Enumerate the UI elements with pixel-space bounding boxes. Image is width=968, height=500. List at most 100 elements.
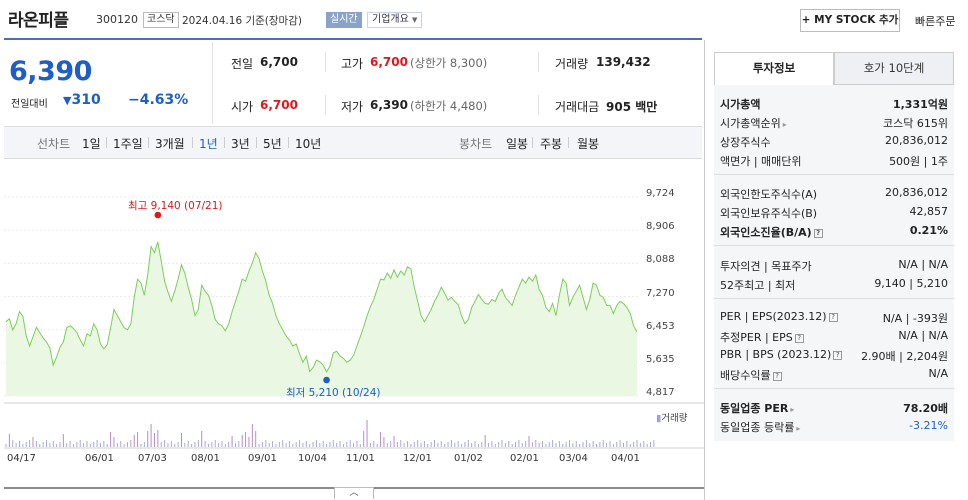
volume-bar [521,443,523,447]
volume-bar [272,441,274,447]
info-row-label: 동일업종 PER ▸ [720,400,794,416]
period-5y[interactable]: 5년 [263,135,282,152]
cell-divider [538,95,539,115]
volume-bar [440,441,442,447]
tab-order-book[interactable]: 호가 10단계 [834,52,954,85]
period-separator [568,137,569,148]
volume-bar [282,440,284,447]
volume-bar [417,440,419,447]
volume-bar [255,431,257,447]
period-separator [148,137,149,148]
help-icon[interactable]: ? [833,351,843,360]
open-value: 6,700 [260,98,298,112]
volume-bar [184,443,186,447]
period-1d[interactable]: 1일 [82,135,101,152]
info-row-value: 1,331억원 [892,98,948,111]
info-row-label: 배당수익률? [720,367,782,383]
low-value: 6,390 [370,98,408,112]
x-tick-label: 06/01 [85,453,114,464]
x-tick-label: 10/04 [298,453,327,464]
period-separator [532,137,533,148]
amount-value: 905 백만 [606,100,658,114]
volume-bar [633,442,635,447]
live-button[interactable]: 실시간 [326,12,362,28]
volume-bar [187,441,189,447]
change-label: 전일대비 [11,99,48,110]
volume-bar [457,441,459,447]
volume-bar [552,440,554,447]
volume-bar [113,437,115,447]
volume-bar [265,440,267,447]
volume-bar [488,443,490,447]
volume-bar [572,443,574,447]
period-3m[interactable]: 3개월 [155,135,185,152]
volume-bar [386,443,388,447]
volume-bar [606,443,608,447]
period-3y[interactable]: 3년 [231,135,250,152]
volume-bar [653,440,655,447]
volume-bar [292,444,294,447]
volume-bar [528,436,530,447]
volume-bar [649,442,651,447]
date-label: 2024.04.16 기준(장마감) [182,15,302,27]
info-row-label: 52주최고 | 최저 [720,277,795,293]
volume-bar [336,443,338,447]
volume-bar [29,440,31,447]
volume-bar [619,440,621,447]
summary-divider [212,42,213,124]
help-icon[interactable]: ? [828,313,838,322]
volume-bar [400,440,402,447]
help-icon[interactable]: ? [813,229,823,238]
volume-bar [66,443,68,447]
volume-bar [363,431,365,447]
volume-bar [474,441,476,447]
volume-bar [525,441,527,447]
x-tick-label: 09/01 [248,453,277,464]
y-tick-label: 9,724 [646,188,675,199]
candle-daily[interactable]: 일봉 [506,135,528,152]
help-icon[interactable]: ? [794,334,804,343]
volume-bar [130,440,132,447]
tab-investment-info[interactable]: 투자정보 [714,52,834,85]
volume-bar [396,442,398,447]
company-overview-dropdown[interactable]: 기업개요 ▼ [367,12,423,28]
volume-bar [160,442,162,447]
quick-order-link[interactable]: 빠른주문 [915,13,955,29]
volume-bar [295,442,297,447]
volume-bar [376,444,378,447]
volume-bar [565,442,567,447]
volume-bar [268,443,270,447]
volume-bar [207,444,209,447]
candle-weekly[interactable]: 주봉 [540,135,562,152]
volume-bar [140,444,142,447]
period-1w[interactable]: 1주일 [113,135,143,152]
x-tick-label: 02/01 [510,453,539,464]
info-row-label-text: 외국인보유주식수(B) [720,207,818,220]
volume-bar [579,444,581,447]
volume-bar [191,444,193,447]
volume-bar [116,443,118,447]
add-my-stock-button[interactable]: + MY STOCK 추가 [800,9,900,32]
info-row-value: N/A | -393원 [882,312,948,325]
volume-bar [170,441,172,447]
change-value: ▼310 [63,92,101,108]
info-row-value: 2.90배 | 2,204원 [861,350,948,363]
chevron-right-icon: ▸ [790,405,795,414]
volume-bar [548,442,550,447]
y-tick-label: 6,453 [646,320,675,332]
volume-bar [515,442,517,447]
volume-bar [639,443,641,447]
help-icon[interactable]: ? [772,372,782,381]
candle-monthly[interactable]: 월봉 [577,135,599,152]
period-10y[interactable]: 10년 [295,135,321,152]
volume-bar [423,441,425,447]
chevron-up-icon[interactable]: ︿ [334,487,374,499]
volume-bar [346,442,348,447]
price-chart[interactable] [0,160,704,500]
period-separator [256,137,257,148]
volume-bar [49,443,51,447]
chevron-right-icon: ▸ [782,120,787,129]
volume-bar [569,440,571,447]
period-1y[interactable]: 1년 [199,135,218,152]
volume-bar [359,444,361,447]
